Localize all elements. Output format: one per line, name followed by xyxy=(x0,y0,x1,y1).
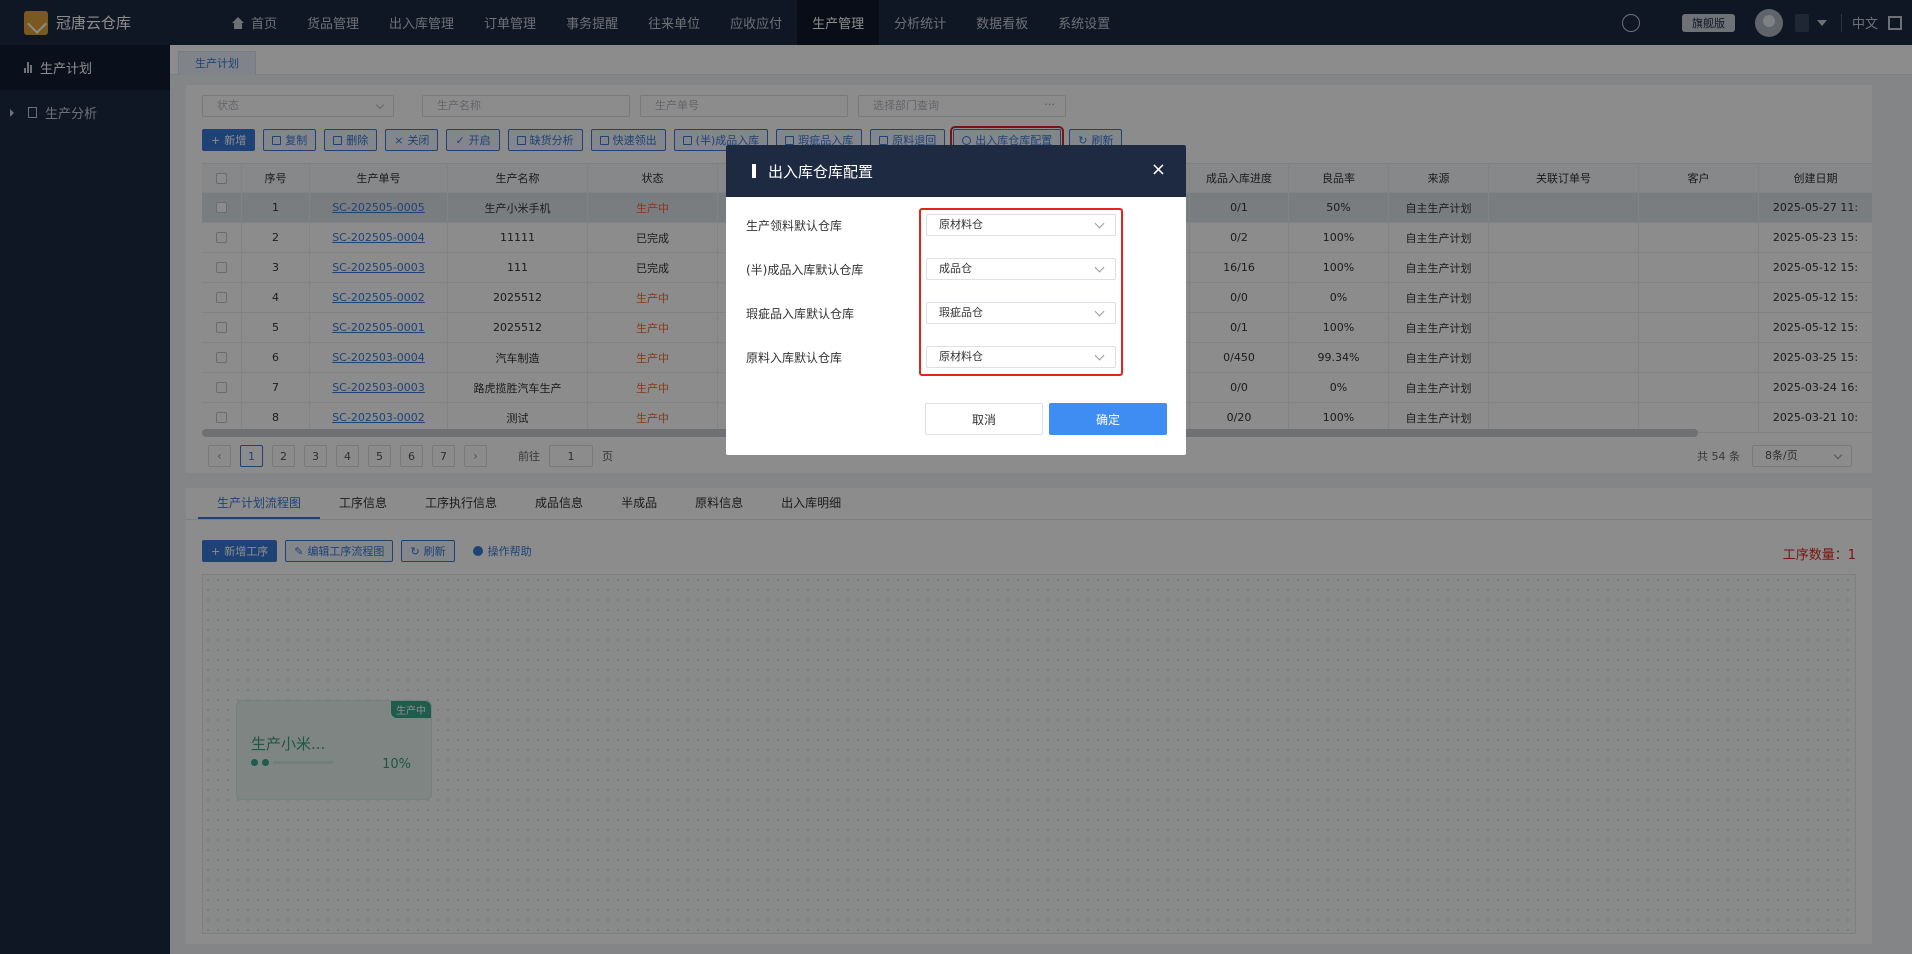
cancel-button[interactable]: 取消 xyxy=(925,403,1043,435)
dialog-header: 出入库仓库配置 xyxy=(726,145,1186,197)
dialog-title: 出入库仓库配置 xyxy=(768,162,874,181)
warehouse-config-dialog: 出入库仓库配置 × 生产领料默认仓库 原材料仓 (半)成品入库默认仓库 成品仓 … xyxy=(726,145,1186,455)
field-label: 生产领料默认仓库 xyxy=(746,218,843,233)
field-label: 瑕疵品入库默认仓库 xyxy=(746,306,855,321)
title-bar-icon xyxy=(752,164,756,178)
confirm-button[interactable]: 确定 xyxy=(1049,403,1167,435)
field-label: (半)成品入库默认仓库 xyxy=(746,262,864,277)
close-icon[interactable]: × xyxy=(1151,159,1166,180)
highlight-box xyxy=(919,208,1123,376)
field-label: 原料入库默认仓库 xyxy=(746,350,843,365)
modal-overlay[interactable] xyxy=(0,0,1912,954)
